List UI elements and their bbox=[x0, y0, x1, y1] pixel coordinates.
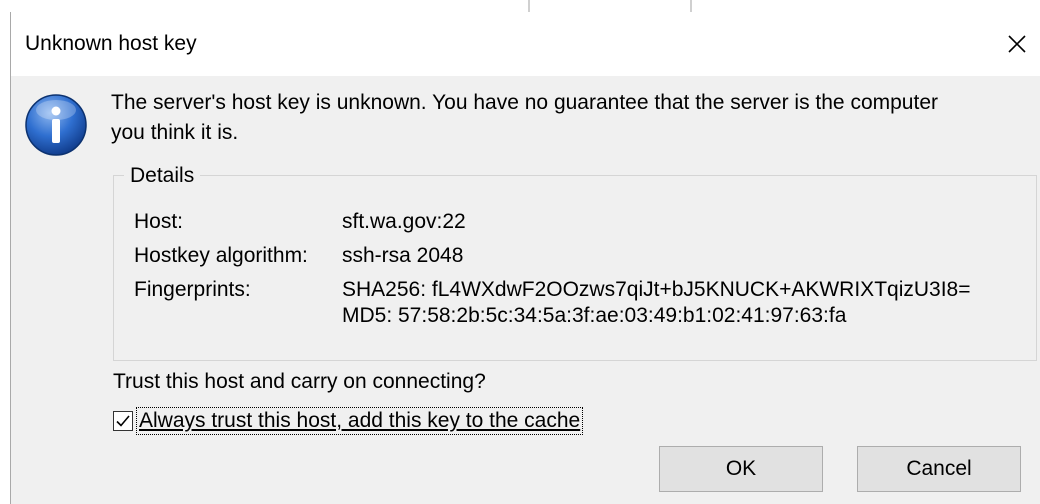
hostkey-algorithm-label: Hostkey algorithm: bbox=[134, 244, 308, 267]
details-group: Details Host: sft.wa.gov:22 Hostkey algo… bbox=[113, 162, 1037, 361]
trust-question: Trust this host and carry on connecting? bbox=[113, 370, 486, 393]
host-label: Host: bbox=[134, 210, 184, 233]
cancel-button[interactable]: Cancel bbox=[857, 446, 1021, 492]
close-button[interactable] bbox=[994, 22, 1040, 66]
background-divider bbox=[690, 0, 692, 12]
always-trust-label[interactable]: Always trust this host, add this key to … bbox=[135, 407, 584, 435]
close-icon bbox=[1008, 35, 1026, 53]
unknown-host-key-dialog: Unknown host key The server's host key i… bbox=[10, 12, 1040, 504]
dialog-titlebar: Unknown host key bbox=[11, 12, 1040, 76]
checkmark-icon bbox=[116, 415, 130, 427]
dialog-title: Unknown host key bbox=[25, 32, 197, 55]
details-legend: Details bbox=[124, 162, 201, 190]
background-divider bbox=[528, 0, 530, 12]
fingerprint-sha256: SHA256: fL4WXdwF2OOzws7qiJt+bJ5KNUCK+AKW… bbox=[342, 278, 971, 301]
info-icon bbox=[25, 94, 87, 156]
fingerprint-md5: MD5: 57:58:2b:5c:34:5a:3f:ae:03:49:b1:02… bbox=[342, 304, 847, 327]
warning-message: The server's host key is unknown. You ha… bbox=[111, 91, 938, 144]
always-trust-checkbox[interactable]: Always trust this host, add this key to … bbox=[113, 406, 584, 436]
ok-button[interactable]: OK bbox=[659, 446, 823, 492]
hostkey-algorithm-value: ssh-rsa 2048 bbox=[342, 244, 464, 267]
checkbox-box[interactable] bbox=[113, 411, 133, 431]
fingerprints-label: Fingerprints: bbox=[134, 278, 251, 301]
background-window-edge bbox=[0, 0, 1040, 12]
host-value: sft.wa.gov:22 bbox=[342, 210, 466, 233]
